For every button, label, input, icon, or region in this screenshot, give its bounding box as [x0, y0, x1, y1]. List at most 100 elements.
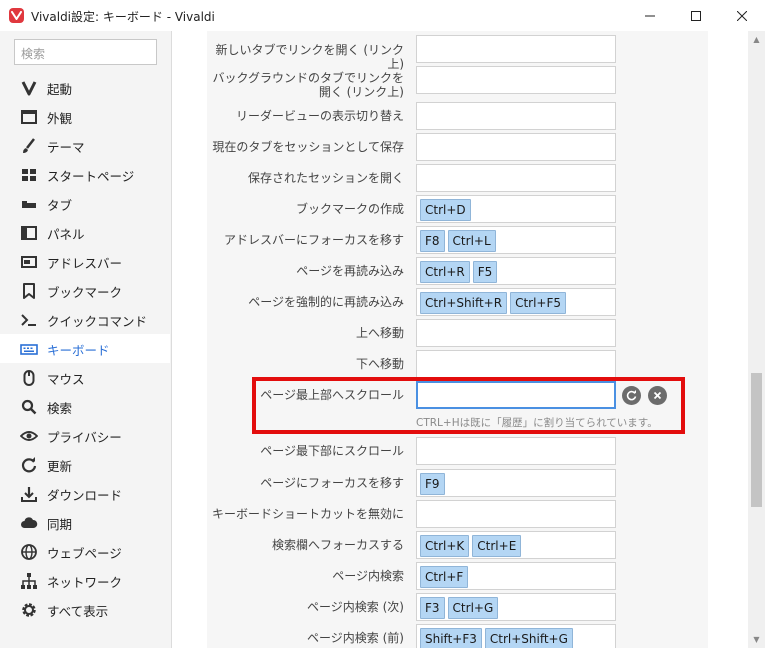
sidebar-item-label: パネル: [47, 227, 85, 242]
download-icon: [20, 485, 38, 503]
key-chip[interactable]: F9: [420, 473, 445, 495]
sidebar-item-label: すべて表示: [47, 604, 109, 619]
sidebar-item-label: ウェブページ: [47, 546, 122, 561]
scroll-down-arrow-icon[interactable]: ▼: [748, 631, 765, 648]
sidebar-item-label: アドレスバー: [47, 256, 123, 271]
search-placeholder: 検索: [21, 47, 46, 61]
panel-icon: [20, 224, 38, 242]
shortcut-label: 新しいタブでリンクを開く (リンク上): [215, 43, 405, 71]
shortcut-label: アドレスバーにフォーカスを移す: [223, 233, 404, 247]
sidebar-item-label: 同期: [47, 517, 73, 532]
shortcut-label: ブックマークの作成: [295, 202, 404, 216]
shortcut-input[interactable]: Ctrl+K Ctrl+E: [416, 531, 616, 559]
shortcut-input[interactable]: Ctrl+R F5: [416, 257, 616, 285]
eye-icon: [19, 427, 39, 445]
shortcut-label: ページを強制的に再読み込み: [248, 295, 404, 309]
shortcut-label: ページ内検索: [332, 569, 404, 583]
sidebar-item-label: 起動: [47, 82, 73, 97]
settings-sidebar: 検索 起動 外観 テーマ スタートページ タブ パネル アドレスバー ブックマー…: [0, 31, 172, 648]
sidebar-item-privacy[interactable]: プライバシー: [0, 421, 170, 450]
bookmark-icon: [20, 282, 38, 300]
shortcut-label: ページ最下部にスクロール: [260, 444, 404, 458]
key-chip[interactable]: Ctrl+F5: [510, 292, 567, 314]
shortcut-input[interactable]: Ctrl+D: [416, 195, 616, 223]
search-input[interactable]: 検索: [14, 39, 157, 65]
tabs-icon: [20, 195, 38, 213]
sidebar-item-panels[interactable]: パネル: [0, 218, 170, 247]
sidebar-item-quick-commands[interactable]: クイックコマンド: [0, 305, 170, 334]
window-title: Vivaldi設定: キーボード - Vivaldi: [31, 10, 215, 24]
key-chip[interactable]: Shift+F3: [420, 628, 482, 648]
shortcut-label: バックグラウンドのタブでリンクを開く (リンク上): [212, 71, 404, 99]
shortcut-input[interactable]: Shift+F3 Ctrl+Shift+G: [416, 624, 616, 648]
sidebar-item-label: ダウンロード: [47, 488, 123, 503]
sidebar-item-all[interactable]: すべて表示: [0, 595, 170, 624]
vivaldi-logo-icon: [9, 8, 24, 23]
brush-icon: [20, 137, 38, 155]
keyboard-icon: [20, 340, 38, 358]
scroll-up-arrow-icon[interactable]: ▲: [748, 31, 765, 48]
globe-icon: [20, 543, 38, 561]
shortcut-label: 検索欄へフォーカスする: [271, 538, 404, 552]
key-chip[interactable]: F5: [472, 261, 498, 283]
sidebar-item-tabs[interactable]: タブ: [0, 189, 170, 218]
key-chip[interactable]: Ctrl+Shift+G: [484, 628, 573, 648]
shortcut-input[interactable]: F9: [416, 469, 616, 497]
key-chip[interactable]: Ctrl+D: [420, 199, 471, 221]
key-chip[interactable]: Ctrl+F: [420, 566, 469, 588]
key-chip[interactable]: Ctrl+K: [420, 535, 470, 557]
sidebar-item-start-page[interactable]: スタートページ: [0, 160, 170, 189]
window-icon: [20, 108, 38, 126]
sidebar-item-webpages[interactable]: ウェブページ: [0, 537, 170, 566]
title-bar: Vivaldi設定: キーボード - Vivaldi: [0, 0, 765, 32]
key-chip[interactable]: Ctrl+E: [472, 535, 522, 557]
shortcut-input[interactable]: [416, 500, 616, 528]
shortcut-input[interactable]: [416, 437, 616, 465]
shortcut-input[interactable]: [416, 102, 616, 130]
shortcut-label: ページ内検索 (次): [307, 600, 404, 614]
sidebar-item-label: テーマ: [47, 140, 85, 155]
sidebar-item-address-bar[interactable]: アドレスバー: [0, 247, 170, 276]
scrollbar-thumb[interactable]: [751, 373, 762, 507]
shortcut-input[interactable]: [416, 35, 616, 63]
shortcut-label: リーダービューの表示切り替え: [235, 109, 404, 123]
key-chip[interactable]: Ctrl+L: [447, 230, 496, 252]
key-chip[interactable]: F8: [420, 230, 445, 252]
key-chip[interactable]: Ctrl+G: [447, 597, 499, 619]
sidebar-item-label: ネットワーク: [47, 575, 123, 590]
mouse-icon: [20, 369, 38, 387]
vertical-scrollbar[interactable]: ▲ ▼: [748, 31, 765, 648]
sidebar-item-bookmarks[interactable]: ブックマーク: [0, 276, 170, 305]
shortcut-input[interactable]: [416, 350, 616, 378]
shortcut-input[interactable]: [416, 319, 616, 347]
maximize-button[interactable]: [673, 0, 719, 31]
shortcut-input[interactable]: Ctrl+F: [416, 562, 616, 590]
sidebar-item-network[interactable]: ネットワーク: [0, 566, 170, 595]
close-button[interactable]: [719, 0, 765, 31]
shortcut-input[interactable]: Ctrl+Shift+R Ctrl+F5: [416, 288, 616, 316]
shortcut-input[interactable]: [416, 133, 616, 161]
key-chip[interactable]: Ctrl+R: [420, 261, 470, 283]
sidebar-item-startup[interactable]: 起動: [0, 73, 170, 102]
shortcut-label: 下へ移動: [355, 357, 404, 371]
key-chip[interactable]: Ctrl+Shift+R: [420, 292, 508, 314]
shortcut-input[interactable]: F3 Ctrl+G: [416, 593, 616, 621]
shortcut-input[interactable]: F8 Ctrl+L: [416, 226, 616, 254]
cloud-icon: [20, 514, 38, 532]
sidebar-item-search[interactable]: 検索: [0, 392, 170, 421]
sidebar-item-downloads[interactable]: ダウンロード: [0, 479, 170, 508]
sidebar-item-label: 検索: [47, 401, 73, 416]
shortcut-input[interactable]: [416, 164, 616, 192]
sidebar-item-theme[interactable]: テーマ: [0, 131, 170, 160]
key-chip[interactable]: F3: [420, 597, 445, 619]
shortcut-label: キーボードショートカットを無効に: [211, 507, 404, 521]
sidebar-item-updates[interactable]: 更新: [0, 450, 170, 479]
sidebar-item-keyboard[interactable]: キーボード: [0, 334, 170, 363]
shortcut-input[interactable]: [416, 66, 616, 94]
sidebar-item-mouse[interactable]: マウス: [0, 363, 170, 392]
sidebar-item-appearance[interactable]: 外観: [0, 102, 170, 131]
sidebar-item-label: プライバシー: [47, 430, 122, 445]
network-icon: [20, 572, 38, 590]
sidebar-item-sync[interactable]: 同期: [0, 508, 170, 537]
minimize-button[interactable]: [627, 0, 673, 31]
